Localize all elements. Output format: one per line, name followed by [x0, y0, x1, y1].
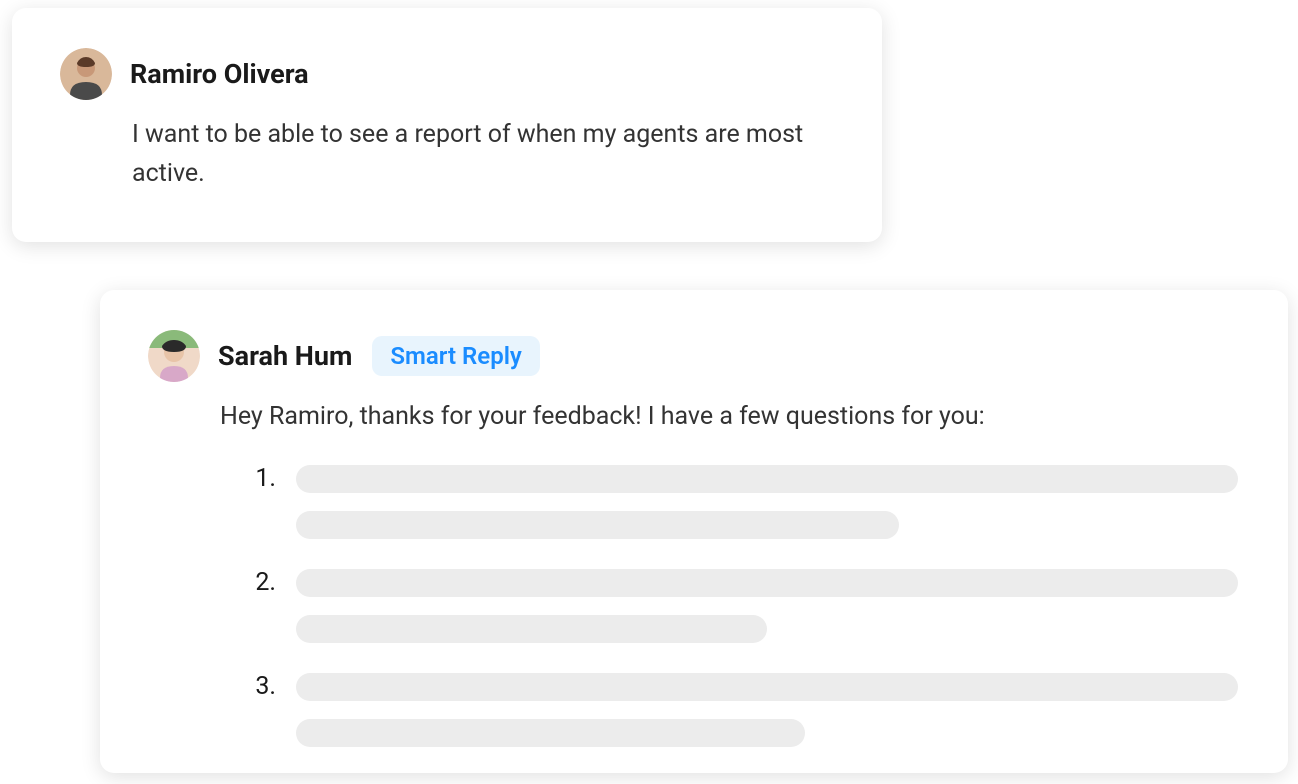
skeleton-line: [296, 615, 767, 643]
reply-header: Sarah Hum Smart Reply: [148, 330, 1238, 382]
list-content: [296, 569, 1238, 643]
skeleton-line: [296, 511, 899, 539]
list-number: 2.: [252, 569, 276, 597]
feedback-avatar: [60, 48, 112, 100]
list-item: 3.: [252, 673, 1238, 747]
avatar-icon: [60, 48, 112, 100]
list-number: 1.: [252, 465, 276, 493]
reply-author-name: Sarah Hum: [218, 340, 352, 372]
list-item: 2.: [252, 569, 1238, 643]
avatar-icon: [148, 330, 200, 382]
list-content: [296, 465, 1238, 539]
feedback-author-name: Ramiro Olivera: [130, 58, 309, 90]
reply-avatar: [148, 330, 200, 382]
reply-card: Sarah Hum Smart Reply Hey Ramiro, thanks…: [100, 290, 1288, 773]
list-content: [296, 673, 1238, 747]
skeleton-line: [296, 719, 805, 747]
skeleton-line: [296, 569, 1238, 597]
list-item: 1.: [252, 465, 1238, 539]
reply-message: Hey Ramiro, thanks for your feedback! I …: [220, 398, 1238, 437]
smart-reply-badge[interactable]: Smart Reply: [372, 336, 539, 376]
list-number: 3.: [252, 673, 276, 701]
skeleton-line: [296, 673, 1238, 701]
skeleton-line: [296, 465, 1238, 493]
feedback-message: I want to be able to see a report of whe…: [132, 116, 832, 194]
reply-questions-list: 1. 2. 3.: [252, 465, 1238, 747]
feedback-header: Ramiro Olivera: [60, 48, 832, 100]
feedback-card: Ramiro Olivera I want to be able to see …: [12, 8, 882, 242]
